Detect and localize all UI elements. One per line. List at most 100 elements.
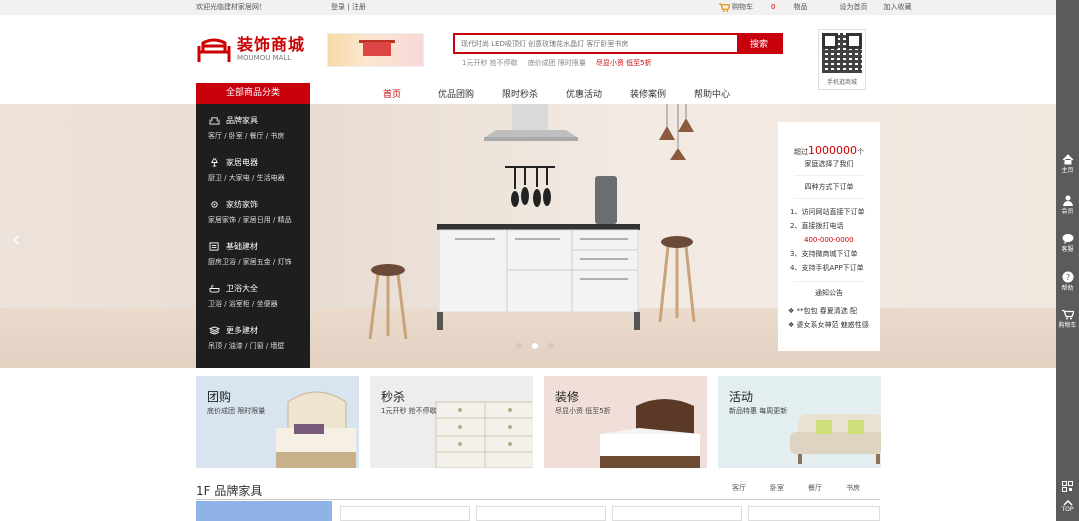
divider (794, 198, 864, 199)
floor-title: 1F 品牌家具 (196, 484, 263, 498)
home-icon (1062, 154, 1073, 165)
category-title: 更多建材 (226, 326, 258, 335)
category-item[interactable]: 更多建材 吊顶 / 油漆 / 门窗 / 墙壁 (196, 314, 310, 356)
all-categories-button[interactable]: 全部商品分类 (196, 83, 310, 104)
hot-keyword[interactable]: 1元开秒 抢不停歇 (462, 58, 518, 68)
carousel-dots (516, 343, 554, 349)
product-card[interactable] (612, 506, 742, 521)
order-step: 1、访问网站直接下订单 (790, 208, 865, 216)
notice-text: 婆女系女神范 魅惑性感 (796, 321, 869, 329)
hot-keyword[interactable]: 底价成团 限时限量 (528, 58, 586, 68)
category-item[interactable]: 基础建材 厨房卫浴 / 家居五金 / 灯饰 (196, 230, 310, 272)
floor-tab[interactable]: 卧室 (770, 483, 784, 493)
chat-icon (1062, 234, 1073, 244)
hot-keyword[interactable]: 尽显小资 低至5折 (596, 58, 652, 68)
rail-label: TOP (1061, 506, 1074, 513)
promo-flash-sale[interactable]: 秒杀 1元开秒 抢不停歇 (370, 376, 533, 468)
bookmark-link[interactable]: 加入收藏 (883, 0, 911, 15)
floor-product-row (196, 501, 880, 521)
register-link[interactable]: 注册 (352, 3, 366, 11)
floor-tab[interactable]: 书房 (846, 483, 860, 493)
category-sub: 客厅 / 卧室 / 餐厅 / 书房 (208, 132, 285, 140)
stat-suffix: 个 (857, 148, 864, 156)
rail-help[interactable]: ? 帮助 (1056, 271, 1079, 292)
rail-home[interactable]: 主页 (1056, 154, 1079, 174)
category-sidebar: 品牌家具 客厅 / 卧室 / 餐厅 / 书房 家居电器 厨卫 / 大家电 / 生… (196, 104, 310, 368)
rail-member[interactable]: 会员 (1056, 195, 1079, 215)
rail-service[interactable]: 客服 (1056, 233, 1079, 253)
order-info-box: 超过1000000个 家庭选择了我们 四种方式下订单 1、访问网站直接下订单 2… (778, 122, 880, 351)
category-item[interactable]: 品牌家具 客厅 / 卧室 / 餐厅 / 书房 (196, 104, 310, 146)
carousel-prev-arrow-icon[interactable]: ‹ (12, 227, 20, 251)
cart-link[interactable]: 购物车 0 物品 (719, 0, 823, 15)
cart-count: 0 (771, 3, 776, 11)
site-logo[interactable]: 装饰商城 MOUMOU MALL (196, 34, 305, 64)
nav-links: 首页 优品团购 限时秒杀 优惠活动 装修案例 帮助中心 (360, 87, 744, 100)
rail-qr[interactable] (1056, 481, 1079, 492)
nav-cases[interactable]: 装修案例 (616, 87, 680, 100)
category-item[interactable]: 家纺家饰 家居家饰 / 家居日用 / 精品 (196, 188, 310, 230)
nav-promotions[interactable]: 优惠活动 (552, 87, 616, 100)
rail-cart[interactable]: 购物车 (1056, 309, 1079, 329)
promo-group-buy[interactable]: 团购 底价成团 限时限量 (196, 376, 359, 468)
main-nav: 全部商品分类 首页 优品团购 限时秒杀 优惠活动 装修案例 帮助中心 (196, 83, 880, 104)
divider (794, 175, 864, 176)
product-card[interactable] (476, 506, 606, 521)
gear-icon (211, 201, 218, 208)
carousel-dot[interactable] (548, 343, 554, 349)
qr-code-image (822, 33, 862, 73)
set-home-link[interactable]: 设为首页 (839, 0, 867, 15)
carousel-dot-active[interactable] (532, 343, 538, 349)
welcome-text: 欢迎光临建材家居网！ (196, 3, 266, 11)
category-item[interactable]: 家居电器 厨卫 / 大家电 / 生活电器 (196, 146, 310, 188)
hero-carousel[interactable] (0, 104, 1056, 368)
category-sub: 厨卫 / 大家电 / 生活电器 (208, 174, 285, 182)
floor-tab[interactable]: 餐厅 (808, 483, 822, 493)
logo-en: MOUMOU MALL (237, 53, 292, 62)
stat-line: 超过1000000个 (778, 144, 880, 157)
promo-sub: 尽显小资 低至5折 (555, 407, 611, 415)
login-link[interactable]: 登录 (331, 3, 345, 11)
notice-item[interactable]: ❖ **包包 春夏清选 配 (788, 304, 880, 318)
logo-cn: 装饰商城 (237, 34, 306, 54)
category-item[interactable]: 卫浴大全 卫浴 / 浴室柜 / 坐便器 (196, 272, 310, 314)
search-input[interactable] (455, 35, 737, 52)
product-card[interactable] (340, 506, 470, 521)
qr-code-box: 手机逛商城 (818, 29, 866, 90)
search-button[interactable]: 搜索 (737, 35, 781, 52)
layers-icon (209, 326, 220, 335)
promo-sub: 底价成团 限时限量 (207, 407, 266, 415)
qr-code-icon (1062, 481, 1073, 492)
nav-group-buy[interactable]: 优品团购 (424, 87, 488, 100)
notice-list: ❖ **包包 春夏清选 配 ❖ 婆女系女神范 魅惑性感 (778, 304, 880, 332)
svg-text:?: ? (1065, 273, 1069, 282)
floor-tab[interactable]: 客厅 (732, 483, 746, 493)
nav-home[interactable]: 首页 (360, 87, 424, 100)
floor-feature-card[interactable] (196, 501, 332, 521)
category-title: 基础建材 (226, 242, 258, 251)
nav-flash-sale[interactable]: 限时秒杀 (488, 87, 552, 100)
header-ad-banner[interactable] (327, 33, 424, 67)
cart-icon (719, 3, 730, 12)
promo-sub: 新品特惠 每周更新 (729, 407, 788, 415)
promo-title: 秒杀 (381, 390, 406, 404)
promo-decoration[interactable]: 装修 尽显小资 低至5折 (544, 376, 707, 468)
category-sub: 吊顶 / 油漆 / 门窗 / 墙壁 (208, 342, 285, 350)
palace-shape (363, 42, 391, 56)
order-step: 3、支持微商城下订单 (790, 250, 858, 258)
notice-title: 通知公告 (815, 289, 843, 297)
promo-title: 装修 (555, 390, 580, 404)
cart-prefix: 购物车 (732, 3, 753, 11)
top-right-links: 购物车 0 物品 设为首页 加入收藏 (719, 0, 927, 15)
category-title: 卫浴大全 (226, 284, 258, 293)
carousel-dot[interactable] (516, 343, 522, 349)
order-step: 4、支持手机APP下订单 (790, 264, 864, 272)
rail-back-to-top[interactable]: TOP (1056, 500, 1079, 513)
promo-events[interactable]: 活动 新品特惠 每周更新 (718, 376, 881, 468)
login-links: 登录 | 注册 (331, 0, 366, 15)
promo-sub: 1元开秒 抢不停歇 (381, 407, 437, 415)
floor-tabs: 客厅 卧室 餐厅 书房 (732, 483, 860, 493)
product-card[interactable] (748, 506, 880, 521)
nav-help[interactable]: 帮助中心 (680, 87, 744, 100)
notice-item[interactable]: ❖ 婆女系女神范 魅惑性感 (788, 318, 880, 332)
